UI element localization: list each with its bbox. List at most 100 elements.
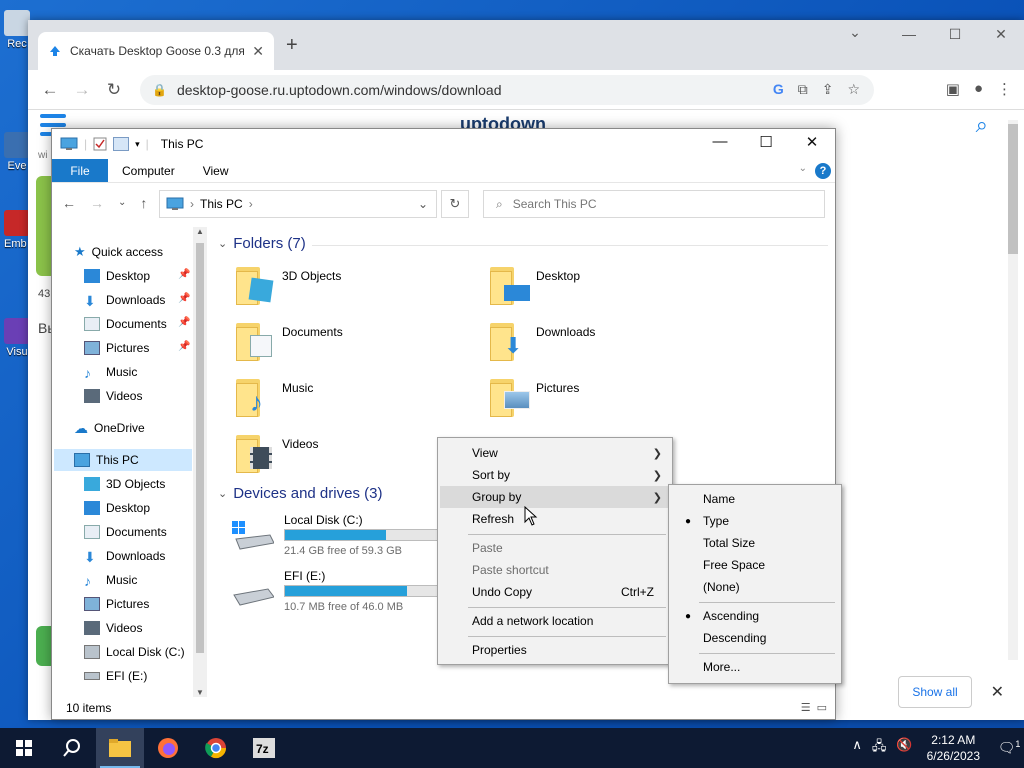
nav-pc-3d-objects[interactable]: 3D Objects — [84, 473, 165, 495]
nav-this-pc[interactable]: This PC — [54, 449, 192, 471]
pin-icon[interactable]: 📌 — [178, 317, 190, 328]
close-tab-icon[interactable]: ✕ — [252, 43, 264, 60]
forward-icon[interactable]: → — [66, 80, 98, 100]
group-by-none[interactable]: (None) — [671, 576, 839, 598]
browser-close-button[interactable]: ✕ — [978, 26, 1024, 43]
taskbar-7zip[interactable]: 7z — [240, 728, 288, 768]
nav-qa-documents[interactable]: Documents — [84, 313, 167, 335]
nav-qa-downloads[interactable]: ⬇ Downloads — [84, 289, 165, 311]
collapse-chevron-icon[interactable]: ⌄ — [218, 487, 227, 500]
clock[interactable]: 2:12 AM 6/26/2023 — [927, 732, 980, 764]
bookmark-star-icon[interactable]: ☆ — [847, 81, 860, 98]
menu-item-refresh[interactable]: Refresh — [440, 508, 670, 530]
nav-pc-efi[interactable]: EFI (E:) — [84, 665, 147, 687]
folder-music[interactable]: ♪ Music — [236, 373, 476, 423]
nav-pc-music[interactable]: ♪ Music — [84, 569, 137, 591]
nav-quick-access[interactable]: ★ Quick access — [74, 241, 163, 263]
tab-view[interactable]: View — [189, 159, 243, 182]
forward-icon[interactable]: → — [90, 195, 104, 211]
page-scrollbar[interactable] — [1008, 120, 1018, 660]
taskbar-chrome[interactable] — [192, 728, 240, 768]
folder-desktop[interactable]: Desktop — [490, 261, 730, 311]
folder-documents[interactable]: Documents — [236, 317, 476, 367]
nav-scrollbar[interactable]: ▲ ▼ — [193, 227, 207, 697]
nav-pc-pictures[interactable]: Pictures — [84, 593, 149, 615]
menu-item-sort-by[interactable]: Sort by ❯ — [440, 464, 670, 486]
desktop-icon-visu[interactable]: Visu — [4, 318, 30, 358]
quick-access-dropdown-icon[interactable]: ▾ — [135, 139, 140, 150]
menu-item-undo-copy[interactable]: Undo Copy Ctrl+Z — [440, 581, 670, 603]
tab-search-icon[interactable]: ⌄ — [832, 24, 878, 41]
folders-group-header[interactable]: ⌄ Folders (7) — [218, 235, 306, 252]
taskbar-file-explorer[interactable] — [96, 728, 144, 768]
folder-3d-objects[interactable]: 3D Objects — [236, 261, 476, 311]
group-by-total-size[interactable]: Total Size — [671, 532, 839, 554]
start-button[interactable] — [0, 728, 48, 768]
group-by-type[interactable]: ● Type — [671, 510, 839, 532]
breadcrumb-chevron-icon[interactable]: › — [190, 197, 194, 211]
side-panel-icon[interactable]: ▣ — [946, 80, 960, 98]
nav-qa-videos[interactable]: Videos — [84, 385, 142, 407]
help-icon[interactable]: ? — [815, 163, 831, 179]
drive-efi-e[interactable]: EFI (E:) 10.7 MB free of 46.0 MB — [232, 567, 452, 617]
browser-tab[interactable]: Скачать Desktop Goose 0.3 для ✕ — [38, 32, 274, 70]
search-button[interactable] — [48, 728, 96, 768]
nav-pc-videos[interactable]: Videos — [84, 617, 142, 639]
tab-computer[interactable]: Computer — [108, 159, 189, 182]
show-hidden-icons-icon[interactable]: ∧ — [852, 737, 862, 759]
profile-avatar-icon[interactable]: ● — [974, 80, 983, 98]
tab-file[interactable]: File — [52, 159, 108, 182]
drives-group-header[interactable]: ⌄ Devices and drives (3) — [218, 485, 382, 502]
volume-mute-icon[interactable]: 🔇 — [896, 737, 912, 759]
order-ascending[interactable]: ● Ascending — [671, 605, 839, 627]
scroll-up-icon[interactable]: ▲ — [196, 227, 204, 236]
group-by-free-space[interactable]: Free Space — [671, 554, 839, 576]
address-bar[interactable]: 🔒 desktop-goose.ru.uptodown.com/windows/… — [140, 75, 874, 105]
close-downloads-bar-icon[interactable]: ✕ — [991, 682, 1004, 702]
browser-maximize-button[interactable]: ☐ — [932, 26, 978, 43]
nav-pc-desktop[interactable]: Desktop — [84, 497, 150, 519]
menu-kebab-icon[interactable]: ⋮ — [997, 80, 1012, 98]
search-input[interactable]: ⌕ Search This PC — [483, 190, 825, 218]
desktop-icon-emb[interactable]: Emb De — [4, 210, 30, 250]
nav-qa-desktop[interactable]: Desktop — [84, 265, 150, 287]
address-dropdown-icon[interactable]: ⌄ — [418, 197, 428, 211]
close-button[interactable]: ✕ — [789, 133, 835, 151]
address-box[interactable]: › This PC › ⌄ — [159, 190, 437, 218]
details-view-icon[interactable]: ☰ — [801, 701, 811, 714]
large-icons-view-icon[interactable]: ▭ — [817, 701, 827, 714]
menu-item-paste-shortcut[interactable]: Paste shortcut — [440, 559, 670, 581]
taskbar-firefox[interactable] — [144, 728, 192, 768]
new-folder-icon[interactable] — [113, 137, 130, 151]
downloads-show-all-button[interactable]: Show all — [898, 676, 972, 708]
desktop-icon-recycle-bin[interactable]: Rec — [4, 10, 30, 50]
recent-locations-icon[interactable]: ⌄ — [118, 197, 126, 211]
menu-item-view[interactable]: View ❯ — [440, 442, 670, 464]
translate-icon[interactable]: ⧉ — [798, 81, 808, 98]
pin-icon[interactable]: 📌 — [178, 269, 190, 280]
reload-icon[interactable]: ↻ — [98, 80, 130, 100]
menu-item-add-network-location[interactable]: Add a network location — [440, 610, 670, 632]
collapse-chevron-icon[interactable]: ⌄ — [218, 237, 227, 250]
menu-item-properties[interactable]: Properties — [440, 639, 670, 661]
maximize-button[interactable]: ☐ — [743, 133, 789, 151]
pin-icon[interactable]: 📌 — [178, 293, 190, 304]
group-by-more[interactable]: More... — [671, 656, 839, 678]
back-icon[interactable]: ← — [34, 80, 66, 100]
pin-icon[interactable]: 📌 — [178, 341, 190, 352]
breadcrumb-chevron-icon[interactable]: › — [249, 197, 253, 211]
minimize-button[interactable]: — — [697, 133, 743, 150]
menu-item-paste[interactable]: Paste — [440, 537, 670, 559]
up-icon[interactable]: ↑ — [140, 195, 147, 211]
nav-pc-downloads[interactable]: ⬇ Downloads — [84, 545, 165, 567]
properties-icon[interactable] — [93, 137, 107, 151]
group-by-name[interactable]: Name — [671, 488, 839, 510]
scroll-down-icon[interactable]: ▼ — [196, 688, 204, 697]
site-search-icon[interactable]: ⌕ — [976, 112, 988, 138]
folder-downloads[interactable]: ⬇ Downloads — [490, 317, 730, 367]
share-icon[interactable]: ⇪ — [822, 81, 834, 98]
notification-center-button[interactable]: 🗨1 — [994, 739, 1024, 757]
desktop-icon-eve[interactable]: Eve — [4, 132, 30, 172]
network-icon[interactable]: 🖧 — [872, 737, 887, 759]
refresh-icon[interactable]: ↻ — [441, 190, 469, 218]
